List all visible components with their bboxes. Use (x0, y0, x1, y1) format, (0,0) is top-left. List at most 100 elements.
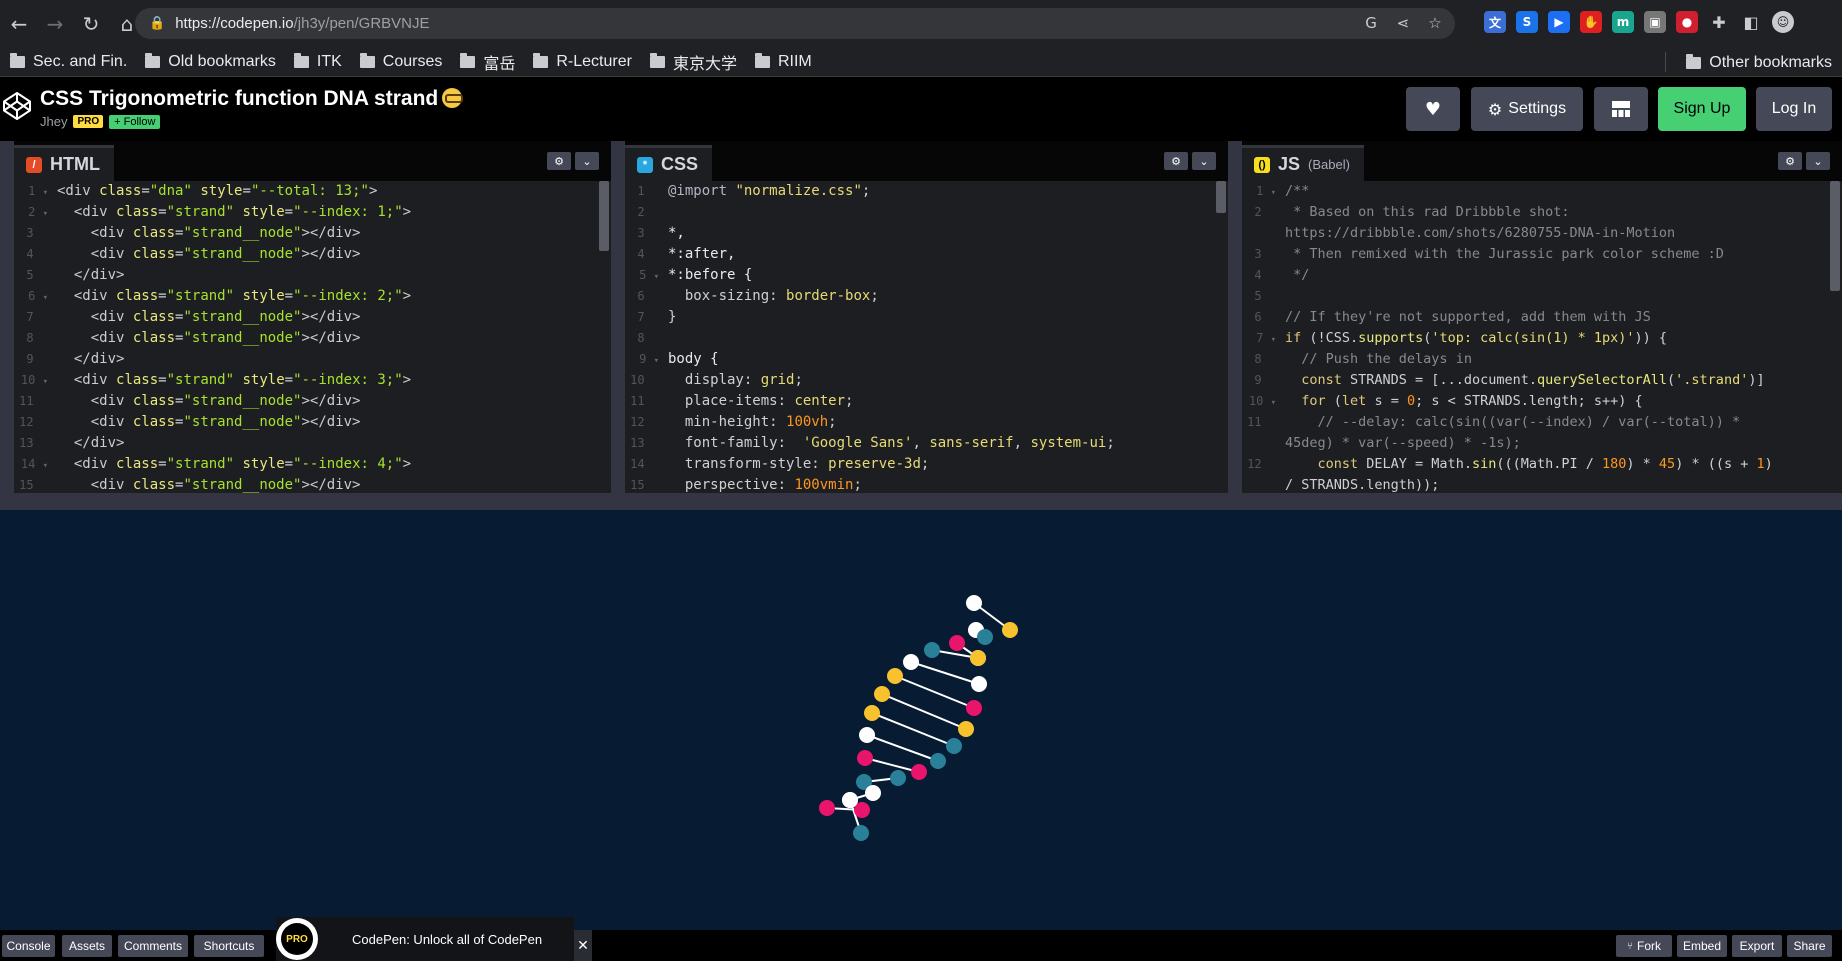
s-extension-icon[interactable]: S (1516, 11, 1538, 33)
assets-button[interactable]: Assets (62, 935, 112, 957)
reload-icon[interactable]: ↻ (76, 9, 106, 39)
scrollbar[interactable] (1830, 181, 1840, 493)
photo-extension-icon[interactable]: ▣ (1644, 11, 1666, 33)
dna-node (966, 700, 982, 716)
google-icon[interactable]: G (1361, 13, 1381, 33)
tab-js[interactable]: () JS (Babel) (1242, 145, 1364, 181)
sidepanel-icon[interactable]: ◧ (1740, 11, 1762, 33)
editor-settings-icon[interactable]: ⚙ (547, 152, 571, 170)
folder-icon (145, 52, 161, 68)
result-preview[interactable] (0, 510, 1842, 930)
follow-button[interactable]: + Follow (109, 114, 161, 129)
bookmark-folder[interactable]: R-Lecturer (533, 52, 632, 71)
comments-button[interactable]: Comments (118, 935, 188, 957)
editor-resize-handle[interactable] (0, 493, 1842, 510)
folder-icon (1686, 54, 1702, 69)
dna-node (819, 800, 835, 816)
profile-avatar[interactable]: ☺ (1772, 11, 1794, 33)
dna-node (853, 825, 869, 841)
folder-icon (754, 52, 770, 68)
address-bar[interactable]: 🔒 https://codepen.io/jh3y/pen/GRBVNJE G … (135, 8, 1455, 39)
pen-title[interactable]: CSS Trigonometric function DNA strand (40, 87, 464, 111)
js-icon: () (1254, 156, 1270, 173)
scrollbar[interactable] (599, 181, 609, 493)
resize-handle[interactable] (611, 141, 625, 493)
dna-node (865, 785, 881, 801)
dna-node (874, 686, 890, 702)
star-icon[interactable]: ☆ (1425, 13, 1445, 33)
css-icon: * (637, 156, 653, 173)
fork-button[interactable]: ⑂ Fork (1616, 935, 1672, 957)
code-area[interactable]: 1 @import "normalize.css"; 2 3 *, 4 *:af… (625, 181, 1228, 493)
bookmark-folder[interactable]: Sec. and Fin. (10, 52, 127, 71)
gear-icon: ⚙ (1487, 99, 1503, 119)
dna-node (911, 764, 927, 780)
tab-css[interactable]: * CSS (625, 145, 713, 181)
editor-panels: / HTML ⚙ ⌄ 1 ▾ <div class="dna" style="--to… (0, 141, 1842, 493)
puzzle-icon[interactable]: ✚ (1708, 11, 1730, 33)
chevron-down-icon[interactable]: ⌄ (1806, 152, 1830, 170)
js-editor: () JS (Babel) ⚙ ⌄ 1 ▾/** 2 * Based on this … (1242, 141, 1842, 493)
code-area[interactable]: 1 ▾/** 2 * Based on this rad Dribbble sh… (1242, 181, 1842, 493)
share-button[interactable]: Share (1787, 935, 1832, 957)
resize-handle[interactable] (1228, 141, 1242, 493)
editor-settings-icon[interactable]: ⚙ (1778, 152, 1802, 170)
layout-icon (1612, 101, 1630, 117)
dna-link (894, 675, 975, 709)
code-area[interactable]: 1 ▾ <div class="dna" style="--total: 13;"… (14, 181, 611, 493)
dna-node (946, 738, 962, 754)
dna-node (949, 635, 965, 651)
codepen-logo-icon[interactable] (2, 91, 32, 121)
change-view-button[interactable] (1594, 87, 1648, 131)
chevron-down-icon[interactable]: ⌄ (1192, 152, 1216, 170)
bookmark-folder[interactable]: 富岳 (460, 50, 515, 74)
editor-settings-icon[interactable]: ⚙ (1164, 152, 1188, 170)
dna-node (970, 650, 986, 666)
bookmark-separator (1665, 52, 1666, 72)
console-button[interactable]: Console (2, 935, 55, 957)
scrollbar[interactable] (1216, 181, 1226, 493)
folder-icon (460, 52, 476, 68)
resize-handle[interactable] (0, 141, 14, 493)
bookmarks-bar: Sec. and Fin. Old bookmarks ITK Courses … (0, 47, 1842, 77)
folder-icon (359, 52, 375, 68)
pro-promo-banner[interactable]: PRO CodePen: Unlock all of CodePen (276, 917, 574, 961)
shortcuts-button[interactable]: Shortcuts (194, 935, 264, 957)
bookmark-folder[interactable]: Old bookmarks (145, 52, 276, 71)
dna-node (930, 753, 946, 769)
sign-up-button[interactable]: Sign Up (1658, 87, 1746, 131)
heart-button[interactable]: ♥ (1406, 87, 1460, 131)
bookmark-folder[interactable]: RIIM (754, 52, 812, 71)
export-button[interactable]: Export (1732, 935, 1782, 957)
heart-icon: ♥ (1424, 98, 1442, 120)
share-icon[interactable]: ⋖ (1393, 13, 1413, 33)
dna-node (958, 721, 974, 737)
codepen-header: CSS Trigonometric function DNA strand Jh… (0, 77, 1842, 141)
dna-link (866, 734, 939, 762)
m-extension-icon[interactable]: m (1612, 11, 1634, 33)
bookmark-folder[interactable]: ITK (293, 52, 342, 71)
hand-extension-icon[interactable]: ✋ (1580, 11, 1602, 33)
css-editor: * CSS ⚙ ⌄ 1 @import "normalize.css"; 2 3 *… (625, 141, 1228, 493)
log-in-button[interactable]: Log In (1756, 87, 1832, 131)
embed-button[interactable]: Embed (1677, 935, 1727, 957)
pro-badge-icon: PRO (276, 918, 318, 960)
close-icon[interactable]: ✕ (574, 930, 592, 961)
tab-html[interactable]: / HTML (14, 145, 114, 181)
record-extension-icon[interactable]: ● (1676, 11, 1698, 33)
settings-button[interactable]: ⚙ Settings (1471, 87, 1583, 131)
bookmark-folder[interactable]: 東京大学 (649, 50, 737, 74)
forward-icon[interactable]: → (40, 9, 70, 39)
bookmark-folder[interactable]: Courses (359, 52, 442, 71)
chevron-down-icon[interactable]: ⌄ (575, 152, 599, 170)
dna-node (966, 595, 982, 611)
other-bookmarks[interactable]: Other bookmarks (1686, 54, 1832, 72)
translate-extension-icon[interactable]: 文 (1484, 11, 1506, 33)
back-icon[interactable]: ← (4, 9, 34, 39)
author-name[interactable]: Jhey (40, 114, 67, 129)
folder-icon (293, 52, 309, 68)
bing-extension-icon[interactable]: ▶ (1548, 11, 1570, 33)
promo-text: CodePen: Unlock all of CodePen (352, 931, 543, 947)
nerd-face-icon (442, 88, 464, 108)
footer-bar: Console Assets Comments Shortcuts PRO Co… (0, 917, 1842, 961)
